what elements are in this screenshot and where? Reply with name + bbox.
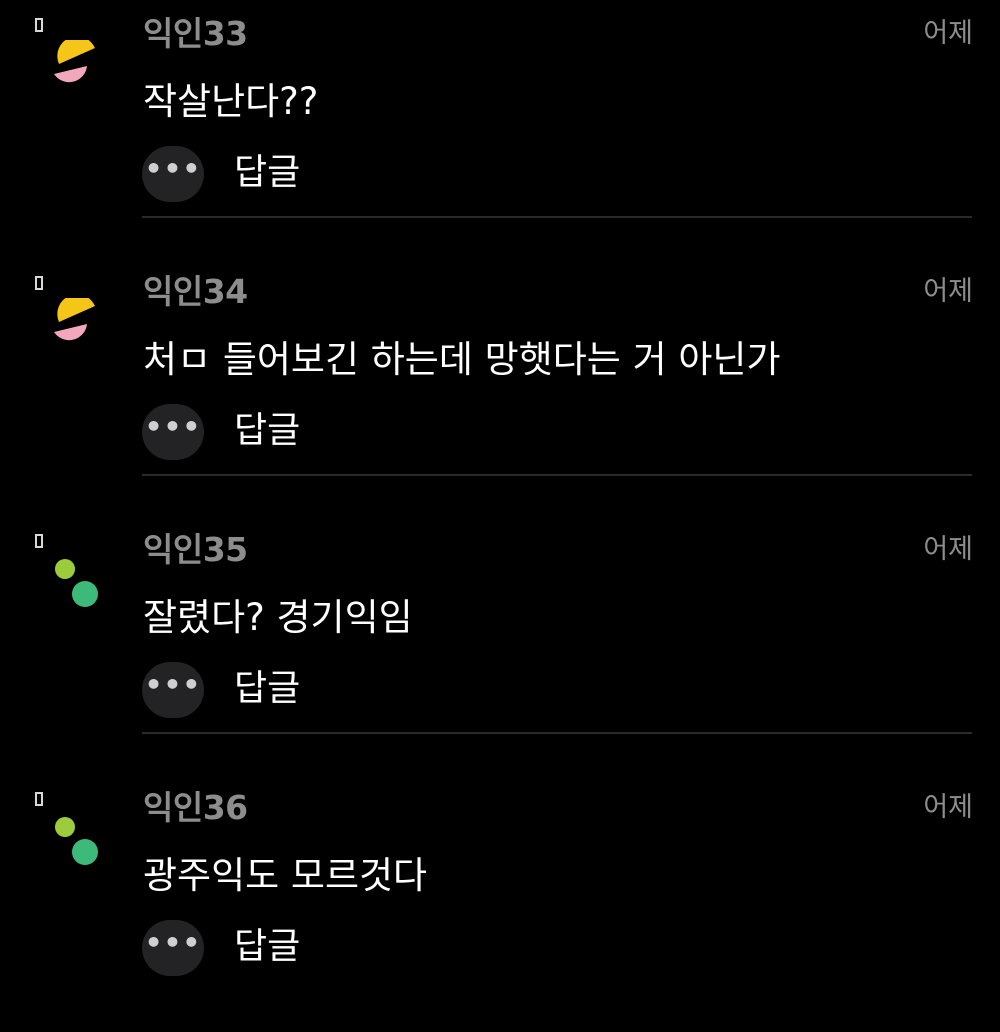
comment-marker-icon (35, 534, 43, 548)
comment-list: 익인33 어제 작살난다?? ••• 답글 익인34 어제 처ㅁ 들어보긴 하는… (0, 0, 1000, 1032)
avatar[interactable] (50, 814, 102, 868)
comment-time: 어제 (923, 18, 973, 49)
more-options-button[interactable]: ••• (142, 920, 204, 976)
reply-button[interactable]: 답글 (234, 922, 300, 972)
comment-author: 익인33 (143, 14, 248, 53)
more-dots-icon: ••• (144, 152, 202, 185)
more-options-button[interactable]: ••• (142, 404, 204, 460)
comment-author: 익인35 (143, 530, 248, 569)
divider (142, 216, 972, 218)
reply-button[interactable]: 답글 (234, 406, 300, 456)
more-options-button[interactable]: ••• (142, 146, 204, 202)
more-dots-icon: ••• (144, 410, 202, 443)
comment-item: 익인33 어제 작살난다?? ••• 답글 (0, 0, 1000, 258)
comment-time: 어제 (923, 534, 973, 565)
comment-item: 익인36 어제 광주익도 모르것다 ••• 답글 (0, 774, 1000, 1032)
comment-text: 잘렸다? 경기익임 (143, 596, 413, 639)
avatar[interactable] (50, 40, 102, 94)
comment-time: 어제 (923, 792, 973, 823)
comment-author: 익인34 (143, 272, 248, 311)
comment-marker-icon (35, 18, 43, 32)
comment-time: 어제 (923, 276, 973, 307)
comment-author: 익인36 (143, 788, 248, 827)
comment-text: 광주익도 모르것다 (143, 854, 428, 897)
more-options-button[interactable]: ••• (142, 662, 204, 718)
comment-item: 익인35 어제 잘렸다? 경기익임 ••• 답글 (0, 516, 1000, 774)
comment-marker-icon (35, 792, 43, 806)
comment-text: 처ㅁ 들어보긴 하는데 망햇다는 거 아닌가 (143, 338, 781, 381)
reply-button[interactable]: 답글 (234, 664, 300, 714)
reply-button[interactable]: 답글 (234, 148, 300, 198)
comment-marker-icon (35, 276, 43, 290)
avatar[interactable] (50, 298, 102, 352)
divider (142, 474, 972, 476)
avatar[interactable] (50, 556, 102, 610)
more-dots-icon: ••• (144, 926, 202, 959)
comment-item: 익인34 어제 처ㅁ 들어보긴 하는데 망햇다는 거 아닌가 ••• 답글 (0, 258, 1000, 516)
divider (142, 732, 972, 734)
comment-text: 작살난다?? (143, 80, 319, 123)
more-dots-icon: ••• (144, 668, 202, 701)
